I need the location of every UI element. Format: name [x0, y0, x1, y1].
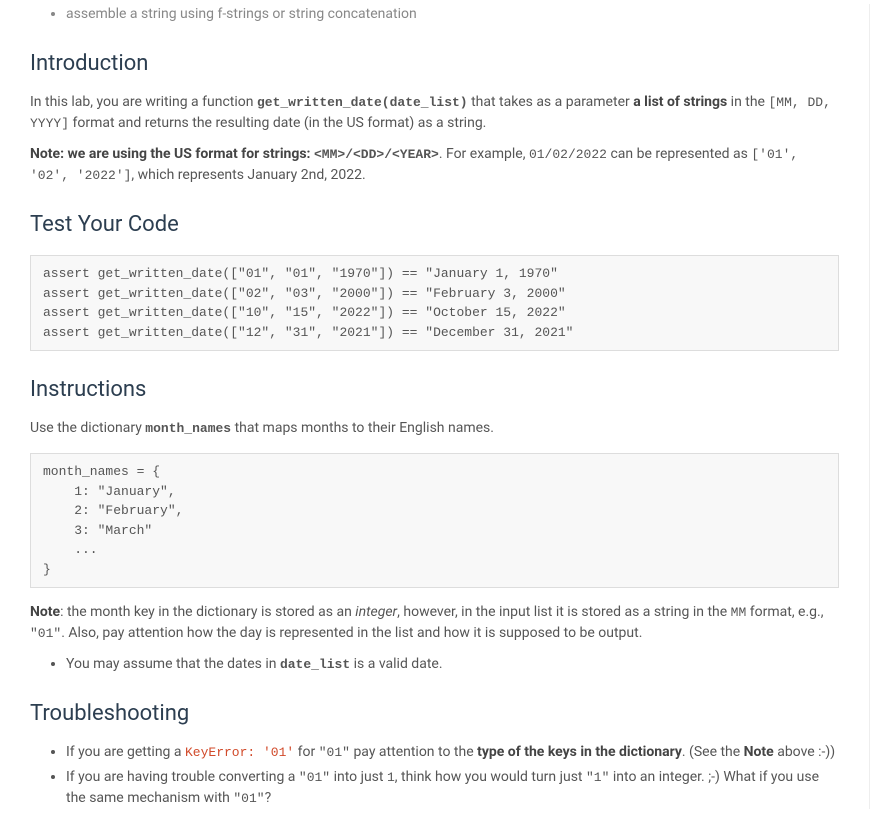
code-01: "01": [319, 745, 350, 760]
code-block-asserts: assert get_written_date(["01", "01", "19…: [30, 255, 839, 351]
text: format, e.g.,: [746, 604, 823, 620]
heading-instructions: Instructions: [30, 373, 839, 406]
text: format and returns the resulting date (i…: [69, 115, 486, 131]
instructions-paragraph: Use the dictionary month_names that maps…: [30, 418, 839, 439]
code-us-format: <MM>/<DD>/<YEAR>: [314, 147, 439, 162]
text: If you are getting a: [66, 744, 185, 760]
code-month-names: month_names: [145, 421, 231, 436]
instructions-list: You may assume that the dates in date_li…: [30, 654, 839, 675]
text: , which represents January 2nd, 2022.: [131, 167, 365, 183]
strong-note: Note: [30, 604, 60, 620]
text: In this lab, you are writing a function: [30, 94, 257, 110]
text: ?: [265, 790, 272, 806]
list-item: If you are having trouble converting a "…: [66, 767, 839, 809]
text: for: [294, 744, 319, 760]
text: in the: [727, 94, 768, 110]
text: Use the dictionary: [30, 420, 145, 436]
code-1: 1: [387, 770, 395, 785]
heading-introduction: Introduction: [30, 47, 839, 80]
strong-note-us-format: Note: we are using the US format for str…: [30, 146, 439, 162]
text: , however, in the input list it is store…: [397, 604, 731, 620]
text: that maps months to their English names.: [231, 420, 494, 436]
intro-paragraph-2: Note: we are using the US format for str…: [30, 144, 839, 186]
text: Note: we are using the US format for str…: [30, 146, 314, 162]
text: that takes as a parameter: [468, 94, 634, 110]
top-bullet-item: assemble a string using f-strings or str…: [66, 4, 839, 25]
code-block-monthnames: month_names = { 1: "January", 2: "Februa…: [30, 453, 839, 588]
note-paragraph: Note: the month key in the dictionary is…: [30, 602, 839, 644]
top-bullet-list: assemble a string using f-strings or str…: [30, 4, 839, 25]
list-item: If you are getting a KeyError: '01' for …: [66, 742, 839, 763]
text: You may assume that the dates in: [66, 656, 280, 672]
document-content: assemble a string using f-strings or str…: [0, 4, 870, 809]
text: into just: [330, 769, 387, 785]
text: , think how you would turn just: [395, 769, 586, 785]
strong-type-of-keys: type of the keys in the dictionary: [477, 744, 682, 760]
text: . For example,: [439, 146, 529, 162]
code-fn-signature: get_written_date(date_list): [257, 95, 468, 110]
code-date-example: 01/02/2022: [529, 147, 607, 162]
code-keyerror: KeyError: '01': [185, 745, 294, 760]
text: : the month key in the dictionary is sto…: [60, 604, 355, 620]
em-integer: integer: [355, 604, 397, 620]
strong-note-ref: Note: [744, 744, 774, 760]
code-1str: "1": [586, 770, 609, 785]
strong-list-of-strings: a list of strings: [633, 94, 727, 110]
heading-test-your-code: Test Your Code: [30, 208, 839, 241]
text: . (See the: [682, 744, 744, 760]
code-01: "01": [30, 626, 61, 641]
intro-paragraph-1: In this lab, you are writing a function …: [30, 92, 839, 134]
text: . Also, pay attention how the day is rep…: [61, 625, 642, 641]
code-01: "01": [299, 770, 330, 785]
code-datelist: date_list: [280, 657, 350, 672]
text: If you are having trouble converting a: [66, 769, 299, 785]
text: pay attention to the: [350, 744, 477, 760]
list-item: You may assume that the dates in date_li…: [66, 654, 839, 675]
troubleshooting-list: If you are getting a KeyError: '01' for …: [30, 742, 839, 809]
text: is a valid date.: [350, 656, 442, 672]
code-mm: MM: [731, 605, 747, 620]
code-01: "01": [233, 791, 264, 806]
text: can be represented as: [607, 146, 751, 162]
text: above :-)): [774, 744, 835, 760]
heading-troubleshooting: Troubleshooting: [30, 697, 839, 730]
